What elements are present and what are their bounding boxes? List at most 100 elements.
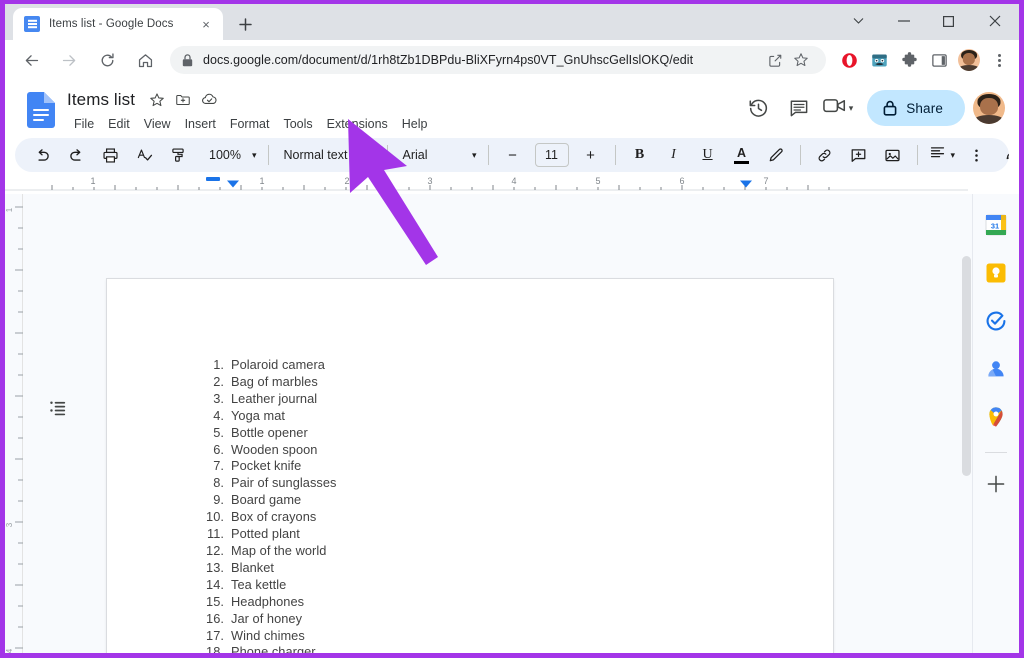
- font-size-input[interactable]: 11: [534, 143, 569, 167]
- list-item[interactable]: 15. Headphones: [203, 594, 763, 611]
- more-options-button[interactable]: [962, 141, 990, 169]
- menu-item-format[interactable]: Format: [223, 115, 277, 133]
- ruler-ticks: 1 1 2 3 4 5 6 7: [5, 176, 968, 191]
- google-keep-icon[interactable]: [979, 256, 1013, 290]
- google-contacts-icon[interactable]: [979, 352, 1013, 386]
- font-family-dropdown[interactable]: Arial ▾: [395, 148, 481, 162]
- menu-item-insert[interactable]: Insert: [178, 115, 223, 133]
- list-item[interactable]: 13. Blanket: [203, 560, 763, 577]
- menu-item-extensions[interactable]: Extensions: [320, 115, 395, 133]
- list-item[interactable]: 3. Leather journal: [203, 391, 763, 408]
- font-size-decrease-button[interactable]: −: [499, 141, 527, 169]
- text-color-letter: A: [737, 145, 747, 160]
- bold-button[interactable]: B: [626, 141, 654, 169]
- menu-item-view[interactable]: View: [137, 115, 178, 133]
- add-comment-button[interactable]: [845, 141, 873, 169]
- account-avatar[interactable]: [973, 92, 1005, 124]
- list-item[interactable]: 17. Wind chimes: [203, 628, 763, 645]
- paragraph-style-dropdown[interactable]: Normal text ▾: [276, 148, 380, 162]
- mustache-extension-icon[interactable]: [866, 47, 892, 73]
- window-maximize-button[interactable]: [926, 4, 971, 38]
- vertical-ruler[interactable]: 1 3 4: [5, 194, 23, 653]
- bookmark-star-icon[interactable]: [788, 47, 814, 73]
- list-item-number: 11.: [207, 526, 224, 542]
- numbered-list[interactable]: 1. Polaroid camera 2. Bag of marbles 3. Lea…: [203, 357, 763, 653]
- list-item[interactable]: 6. Wooden spoon: [203, 442, 763, 459]
- plus-icon: [238, 17, 252, 31]
- list-item[interactable]: 8. Pair of sunglasses: [203, 475, 763, 492]
- tab-close-icon[interactable]: ×: [197, 15, 215, 33]
- text-color-button[interactable]: A: [728, 141, 756, 169]
- version-history-icon[interactable]: [741, 90, 777, 126]
- list-item[interactable]: 16. Jar of honey: [203, 611, 763, 628]
- svg-text:3: 3: [427, 176, 432, 186]
- list-item[interactable]: 7. Pocket knife: [203, 458, 763, 475]
- list-item[interactable]: 12. Map of the world: [203, 543, 763, 560]
- extensions-puzzle-icon[interactable]: [896, 47, 922, 73]
- document-title[interactable]: Items list: [67, 90, 135, 110]
- document-scrollbar[interactable]: [961, 256, 972, 556]
- insert-link-button[interactable]: [811, 141, 839, 169]
- menu-item-edit[interactable]: Edit: [101, 115, 137, 133]
- list-item[interactable]: 18. Phone charger: [203, 644, 763, 653]
- cloud-saved-icon[interactable]: [197, 88, 221, 112]
- document-page[interactable]: 1. Polaroid camera 2. Bag of marbles 3. Lea…: [107, 279, 833, 653]
- redo-button[interactable]: [62, 141, 90, 169]
- window-minimize-button[interactable]: [881, 4, 926, 38]
- profile-avatar[interactable]: [958, 49, 980, 71]
- address-bar[interactable]: docs.google.com/document/d/1rh8tZb1DBPdu…: [170, 46, 826, 74]
- spellcheck-button[interactable]: [130, 141, 158, 169]
- menu-item-file[interactable]: File: [67, 115, 101, 133]
- zoom-dropdown[interactable]: 100% ▾: [201, 148, 261, 162]
- font-size-increase-button[interactable]: +: [577, 141, 605, 169]
- window-close-button[interactable]: [971, 4, 1019, 38]
- meet-button[interactable]: ▾: [822, 97, 853, 119]
- print-button[interactable]: [96, 141, 124, 169]
- window-expand-button[interactable]: [836, 4, 881, 38]
- list-item-number: 8.: [213, 475, 224, 491]
- browser-tab[interactable]: Items list - Google Docs ×: [13, 8, 223, 40]
- toolbar-divider: [386, 145, 388, 165]
- menu-item-help[interactable]: Help: [395, 115, 435, 133]
- underline-button[interactable]: U: [694, 141, 722, 169]
- new-tab-button[interactable]: [231, 10, 259, 38]
- google-tasks-icon[interactable]: [979, 304, 1013, 338]
- google-calendar-icon[interactable]: 31: [979, 208, 1013, 242]
- reload-button[interactable]: [92, 45, 122, 75]
- list-item[interactable]: 14. Tea kettle: [203, 577, 763, 594]
- scrollbar-thumb[interactable]: [962, 256, 971, 476]
- share-icon[interactable]: [762, 47, 788, 73]
- list-item[interactable]: 2. Bag of marbles: [203, 374, 763, 391]
- google-docs-logo-icon[interactable]: [23, 89, 59, 131]
- share-button[interactable]: Share: [867, 90, 965, 126]
- menu-item-tools[interactable]: Tools: [276, 115, 319, 133]
- undo-button[interactable]: [28, 141, 56, 169]
- document-outline-icon[interactable]: [43, 392, 73, 422]
- list-item-number: 9.: [213, 492, 224, 508]
- home-button[interactable]: [130, 45, 160, 75]
- back-arrow-icon: [25, 54, 38, 66]
- horizontal-ruler[interactable]: 1 1 2 3 4 5 6 7: [5, 174, 1019, 194]
- back-button[interactable]: [16, 45, 46, 75]
- chrome-menu-icon[interactable]: [986, 47, 1012, 73]
- side-panel-icon[interactable]: [926, 47, 952, 73]
- italic-button[interactable]: I: [660, 141, 688, 169]
- list-item[interactable]: 11. Potted plant: [203, 526, 763, 543]
- comment-icon[interactable]: [781, 90, 817, 126]
- insert-image-button[interactable]: [879, 141, 907, 169]
- list-item[interactable]: 1. Polaroid camera: [203, 357, 763, 374]
- text-align-dropdown[interactable]: ▾: [925, 144, 960, 166]
- google-maps-icon[interactable]: [979, 400, 1013, 434]
- highlight-color-button[interactable]: [762, 141, 790, 169]
- list-item[interactable]: 9. Board game: [203, 492, 763, 509]
- browser-window: Items list - Google Docs × docs.google.c…: [5, 4, 1019, 653]
- list-item[interactable]: 4. Yoga mat: [203, 408, 763, 425]
- list-item[interactable]: 10. Box of crayons: [203, 509, 763, 526]
- move-folder-icon[interactable]: [171, 88, 195, 112]
- opera-extension-icon[interactable]: [836, 47, 862, 73]
- add-addon-icon[interactable]: [979, 467, 1013, 501]
- star-icon[interactable]: [145, 88, 169, 112]
- editing-mode-dropdown[interactable]: ▾: [1001, 144, 1009, 166]
- paint-format-button[interactable]: [164, 141, 192, 169]
- list-item[interactable]: 5. Bottle opener: [203, 425, 763, 442]
